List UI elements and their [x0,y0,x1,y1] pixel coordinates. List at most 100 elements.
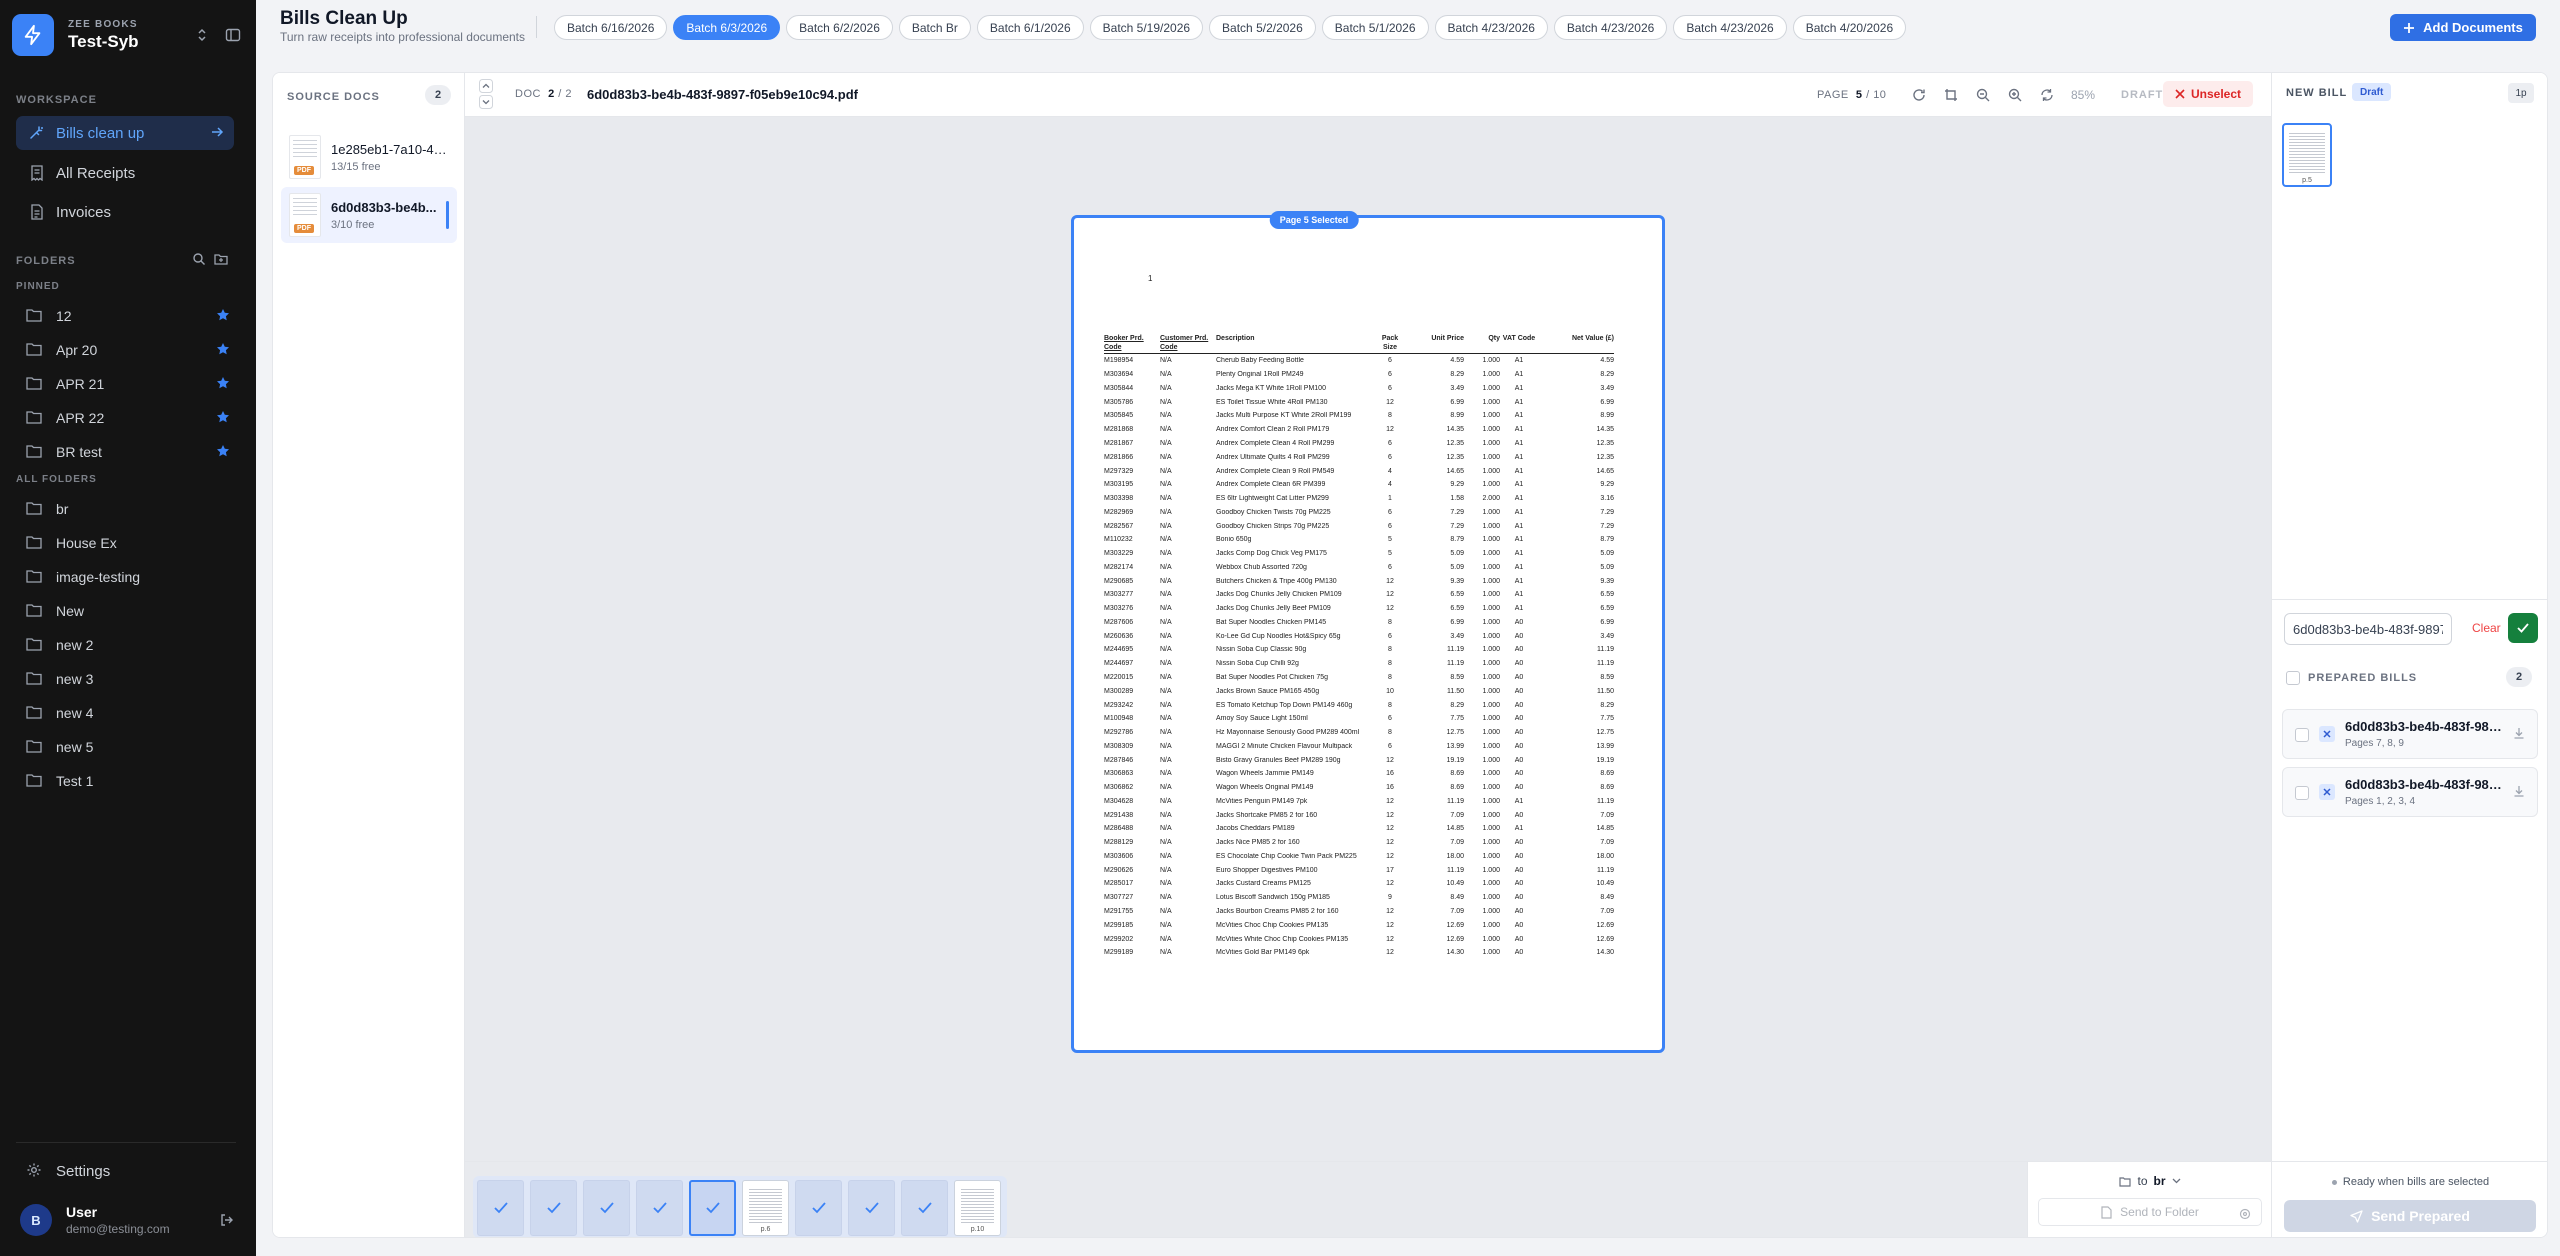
settings-button[interactable]: Settings [16,1156,234,1186]
select-all-checkbox[interactable] [2286,671,2300,685]
page-thumbnail[interactable] [848,1180,895,1236]
page-thumbnail[interactable] [477,1180,524,1236]
batch-tab[interactable]: Batch 4/23/2026 [1434,15,1548,40]
invoice-cell: 1.000 [1482,481,1500,489]
source-doc-item[interactable]: PDF 1e285eb1-7a10-4ef1... 13/15 free [281,129,457,185]
logout-icon[interactable] [220,1213,234,1227]
star-icon[interactable] [216,308,230,322]
folder-item[interactable]: Test 1 [16,767,234,795]
pinned-folder-item[interactable]: 12 [16,302,234,330]
bill-page-thumbnail[interactable]: p.5 [2282,123,2332,187]
invoice-cell: 1.58 [1450,495,1464,503]
settings-icon[interactable] [2239,1208,2251,1220]
star-icon[interactable] [216,376,230,390]
nav-label: Invoices [56,203,112,221]
page-thumbnail[interactable] [795,1180,842,1236]
batch-tab[interactable]: Batch 6/1/2026 [976,15,1084,40]
page-thumbnail[interactable] [901,1180,948,1236]
invoice-cell: M306862 [1104,784,1134,792]
new-folder-icon[interactable] [214,252,228,266]
user-menu[interactable]: B User demo@testing.com [20,1200,234,1240]
sidebar-collapse-icon[interactable] [222,24,244,46]
prepared-bill-card[interactable]: 6d0d83b3-be4b-483f-9897-f05eb9e10c94 Pag… [2282,709,2538,759]
confirm-bill-button[interactable] [2508,613,2538,643]
invoice-row: M303694 N/A Plenty Original 1Roll PM249 6 8.… [1104,368,1614,382]
bill-checkbox[interactable] [2295,728,2309,742]
download-icon[interactable] [2513,727,2525,739]
invoice-row: M304628 N/A McVities Penguin PM149 7pk 12 11… [1104,795,1614,809]
folder-item[interactable]: new 2 [16,631,234,659]
page-thumbnail[interactable]: p.10 [954,1180,1001,1236]
remove-bill-icon[interactable] [2319,784,2335,800]
bill-checkbox[interactable] [2295,786,2309,800]
folder-item[interactable]: new 3 [16,665,234,693]
page-preview[interactable]: 1 Booker Prd. Code Customer Prd. Code Desc… [1071,215,1665,1053]
page-thumbnail[interactable] [636,1180,683,1236]
org-switcher[interactable]: ZEE BOOKS Test-Syb [12,12,244,58]
invoice-cell: N/A [1160,701,1172,709]
bill-name-input[interactable] [2284,613,2452,645]
unselect-button[interactable]: Unselect [2163,81,2253,107]
star-icon[interactable] [216,342,230,356]
batch-tab[interactable]: Batch 4/23/2026 [1553,15,1668,40]
batch-tab[interactable]: Batch 5/2/2026 [1209,15,1316,40]
download-icon[interactable] [2513,785,2525,797]
page-thumbnail[interactable]: p.6 [742,1180,789,1236]
nav-bills-clean-up[interactable]: Bills clean up [16,116,234,150]
folder-item[interactable]: new 4 [16,699,234,727]
nav-all-receipts[interactable]: All Receipts [16,156,234,190]
invoice-row: M299185 N/A McVities Choc Chip Cookies PM1… [1104,918,1614,932]
send-to-folder-button[interactable]: Send to Folder [2038,1198,2262,1226]
avatar: B [20,1204,52,1236]
search-folders-icon[interactable] [192,252,206,266]
chevron-updown-icon[interactable] [192,25,212,45]
source-doc-item[interactable]: PDF 6d0d83b3-be4b... 3/10 free [281,187,457,243]
batch-tab[interactable]: Batch 6/2/2026 [786,15,893,40]
refresh-icon[interactable] [2038,86,2056,104]
batch-tab[interactable]: Batch 6/16/2026 [554,15,668,40]
next-doc-icon[interactable] [479,95,493,109]
folder-item[interactable]: New [16,597,234,625]
folder-item[interactable]: House Ex [16,529,234,557]
batch-tab[interactable]: Batch 5/19/2026 [1089,15,1204,40]
invoice-cell: 9.29 [1450,481,1464,489]
prev-doc-icon[interactable] [479,79,493,93]
pinned-folder-item[interactable]: APR 21 [16,370,234,398]
folder-item[interactable]: image-testing [16,563,234,591]
invoice-cell: 12 [1386,797,1394,805]
star-icon[interactable] [216,410,230,424]
invoice-row: M307727 N/A Lotus Biscoff Sandwich 150g PM… [1104,891,1614,905]
clear-button[interactable]: Clear [2472,621,2501,635]
source-docs-title: SOURCE DOCS [287,91,380,103]
folder-select[interactable]: to br [2028,1174,2272,1188]
crop-icon[interactable] [1942,86,1960,104]
pinned-folder-item[interactable]: BR test [16,438,234,466]
batch-tab[interactable]: Batch Br [898,15,971,40]
zoom-out-icon[interactable] [1974,86,1992,104]
star-icon[interactable] [216,444,230,458]
pinned-folder-item[interactable]: APR 22 [16,404,234,432]
invoice-row: M300289 N/A Jacks Brown Sauce PM165 450g 10… [1104,684,1614,698]
folder-item[interactable]: new 5 [16,733,234,761]
rotate-icon[interactable] [1910,86,1928,104]
remove-bill-icon[interactable] [2319,726,2335,742]
invoice-row: M293242 N/A ES Tomato Ketchup Top Down PM1… [1104,698,1614,712]
folder-item[interactable]: br [16,495,234,523]
pinned-folder-item[interactable]: Apr 20 [16,336,234,364]
nav-invoices[interactable]: Invoices [16,195,234,229]
invoice-cell: N/A [1160,742,1172,750]
batch-tab[interactable]: Batch 5/1/2026 [1321,15,1429,40]
page-thumbnail[interactable] [530,1180,577,1236]
prepared-bill-card[interactable]: 6d0d83b3-be4b-483f-9897-f05eb9e10c94 Pag… [2282,767,2538,817]
invoice-cell: 8.29 [1450,371,1464,379]
add-documents-button[interactable]: Add Documents [2390,14,2536,41]
page-thumbnail[interactable] [689,1180,736,1236]
batch-tab[interactable]: Batch 6/3/2026 [673,15,781,40]
batch-tab[interactable]: Batch 4/23/2026 [1673,15,1787,40]
zoom-in-icon[interactable] [2006,86,2024,104]
invoice-cell: A1 [1514,467,1524,475]
batch-tab[interactable]: Batch 4/20/2026 [1792,15,1907,40]
invoice-cell: N/A [1160,508,1172,516]
page-thumbnail[interactable] [583,1180,630,1236]
send-prepared-button[interactable]: Send Prepared [2284,1200,2536,1232]
